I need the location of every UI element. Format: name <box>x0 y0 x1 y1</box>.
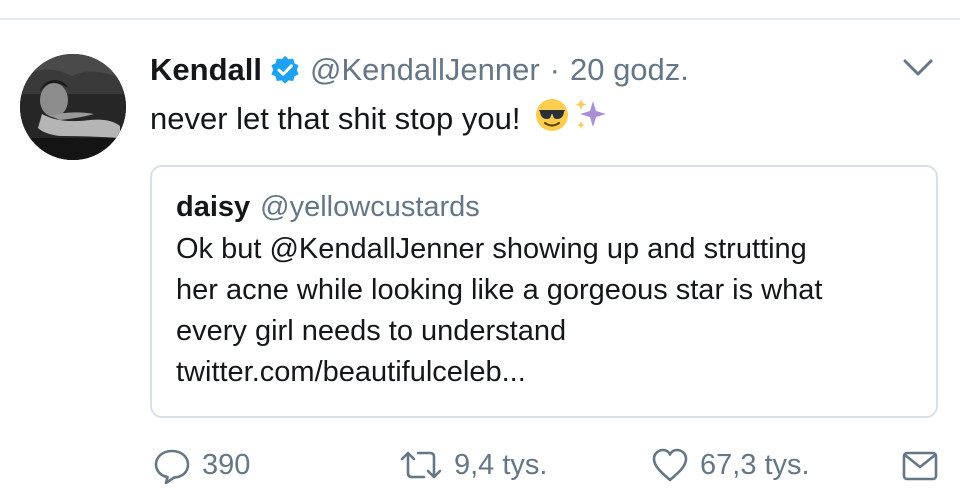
tweet-header: Kendall @KendallJenner · 20 godz. <box>150 50 689 90</box>
direct-message-icon <box>902 451 938 481</box>
quoted-text-line: Ok but @KendallJenner showing up and str… <box>176 233 807 265</box>
chevron-down-icon[interactable] <box>902 56 934 80</box>
avatar[interactable] <box>20 54 126 160</box>
retweet-button[interactable]: 9,4 tys. <box>398 440 548 490</box>
reply-count: 390 <box>202 448 251 481</box>
quoted-author-handle: @yellowcustards <box>260 191 480 223</box>
top-divider <box>0 18 960 20</box>
retweet-icon <box>400 451 442 479</box>
quoted-tweet-card[interactable]: daisy @yellowcustards Ok but @KendallJen… <box>150 165 938 418</box>
reply-icon <box>154 449 190 485</box>
quoted-tweet-text: Ok but @KendallJenner showing up and str… <box>176 229 916 393</box>
like-count: 67,3 tys. <box>700 448 810 481</box>
direct-message-button[interactable] <box>900 440 950 490</box>
quoted-text-line: her acne while looking like a gorgeous s… <box>176 274 823 306</box>
like-icon <box>652 448 688 482</box>
quoted-tweet-header: daisy @yellowcustards <box>176 191 480 224</box>
verified-badge-icon <box>270 55 300 85</box>
like-button[interactable]: 67,3 tys. <box>650 440 810 490</box>
author-display-name[interactable]: Kendall <box>150 52 262 88</box>
tweet-text: never let that shit stop you! <box>150 98 609 140</box>
author-handle[interactable]: @KendallJenner <box>310 52 540 88</box>
emoji-group <box>535 97 609 141</box>
tweet-timestamp[interactable]: 20 godz. <box>570 52 689 88</box>
separator-dot: · <box>549 52 560 87</box>
tweet-actions-bar: 390 9,4 tys. 67,3 tys. <box>0 440 960 490</box>
quoted-text-line: every girl needs to understand <box>176 315 567 347</box>
sunglasses-emoji-icon <box>535 98 569 140</box>
quoted-link[interactable]: twitter.com/beautifulceleb... <box>176 352 916 393</box>
retweet-count: 9,4 tys. <box>454 448 548 481</box>
reply-button[interactable]: 390 <box>152 440 250 490</box>
quoted-author-name: daisy <box>176 191 251 223</box>
tweet-text-content: never let that shit stop you! <box>150 101 521 136</box>
sparkles-emoji-icon <box>573 97 609 141</box>
